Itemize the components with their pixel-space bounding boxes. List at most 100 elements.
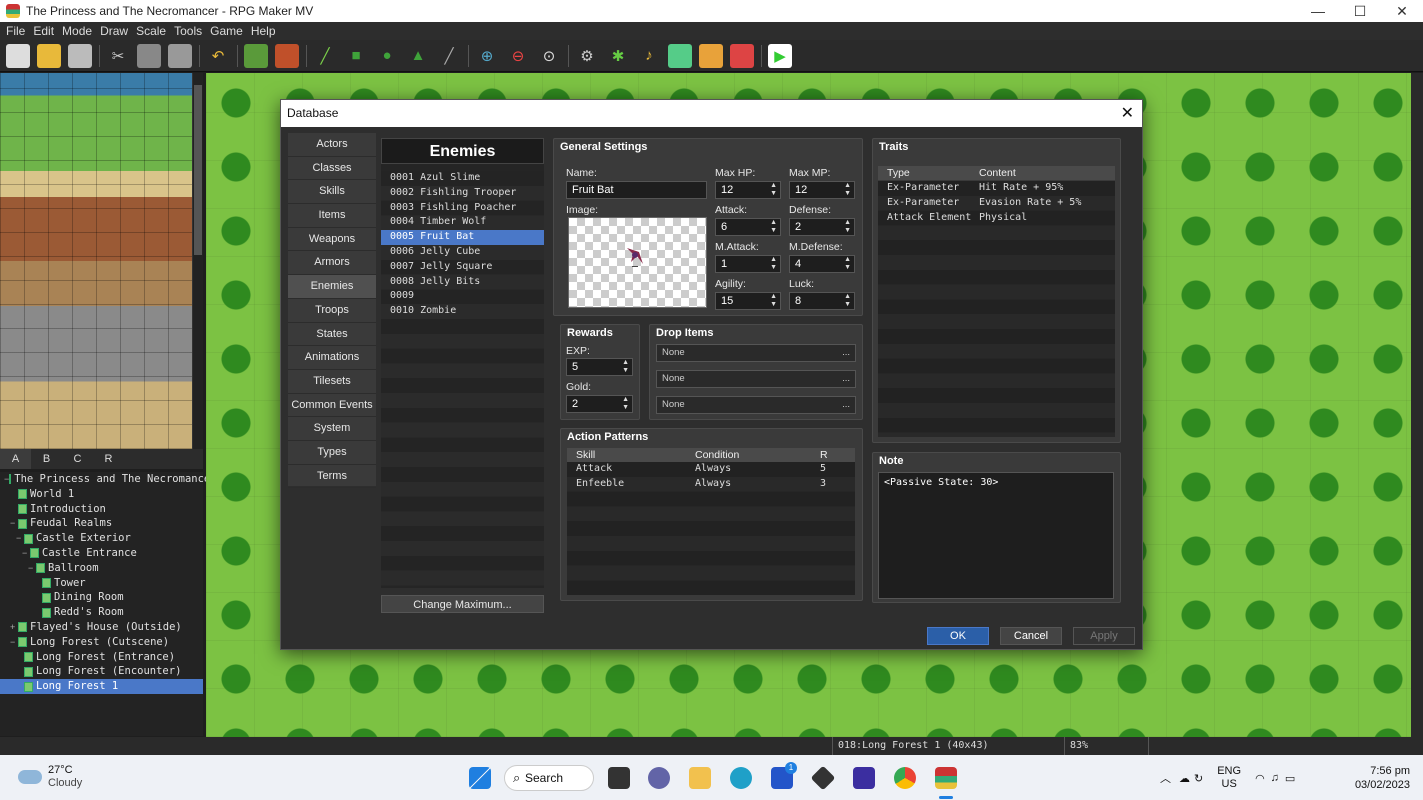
palette-scrollbar[interactable] [193, 73, 203, 449]
tab-b[interactable]: B [31, 449, 62, 469]
close-window-button[interactable]: ✕ [1381, 3, 1423, 20]
drop-item-1[interactable]: None... [656, 344, 856, 362]
map-tree-item[interactable]: − Castle Exterior [0, 531, 203, 546]
drop-item-3-browse[interactable]: ... [842, 397, 850, 413]
spin-arrows-icon[interactable]: ▲ ▼ [770, 219, 777, 235]
map-tree-item[interactable]: − Castle Entrance [0, 546, 203, 561]
enemy-list-item[interactable]: 0004 Timber Wolf [381, 215, 544, 230]
map-tree-item[interactable]: Dining Room [0, 590, 203, 605]
spin-arrows-icon[interactable]: ▲ ▼ [844, 256, 851, 272]
spin-arrows-icon[interactable]: ▲ ▼ [770, 256, 777, 272]
tile-palette[interactable] [0, 73, 203, 449]
database-gear-icon[interactable]: ⚙ [575, 44, 599, 68]
flood-fill-icon[interactable]: ▲ [406, 44, 430, 68]
map-tree-item[interactable]: Redd's Room [0, 605, 203, 620]
ok-button[interactable]: OK [927, 627, 989, 645]
drop-item-1-browse[interactable]: ... [842, 345, 850, 361]
zoom-in-icon[interactable]: ⊕ [475, 44, 499, 68]
minimize-button[interactable]: — [1297, 3, 1339, 19]
task-view-icon[interactable] [608, 767, 630, 789]
luck-field[interactable]: 8 ▲ ▼ [789, 292, 855, 310]
cut-icon[interactable]: ✂ [106, 44, 130, 68]
menu-game[interactable]: Game [208, 24, 249, 38]
enemy-list-item[interactable]: 0002 Fishling Trooper [381, 186, 544, 201]
playtest-icon[interactable]: ▶ [768, 43, 792, 68]
category-skills[interactable]: Skills [288, 180, 376, 205]
enemy-list-item[interactable]: 0008 Jelly Bits [381, 275, 544, 290]
zoom-out-icon[interactable]: ⊖ [506, 44, 530, 68]
map-tree-item[interactable]: Introduction [0, 502, 203, 517]
mattack-field[interactable]: 1 ▲ ▼ [715, 255, 781, 273]
map-tree-item[interactable]: − Feudal Realms [0, 516, 203, 531]
category-troops[interactable]: Troops [288, 299, 376, 323]
enemy-list-item[interactable]: 0003 Fishling Poacher [381, 201, 544, 216]
chrome-icon[interactable] [894, 767, 916, 789]
category-classes[interactable]: Classes [288, 157, 376, 181]
spin-arrows-icon[interactable]: ▲ ▼ [770, 293, 777, 309]
search-box[interactable]: ⌕ Search [504, 765, 594, 791]
defense-field[interactable]: 2 ▲ ▼ [789, 218, 855, 236]
map-tree-item[interactable]: Long Forest (Encounter) [0, 664, 203, 679]
rpg-maker-icon[interactable] [935, 767, 957, 789]
unity-icon[interactable] [810, 765, 836, 791]
drop-item-2-browse[interactable]: ... [842, 371, 850, 387]
note-textarea[interactable]: <Passive State: 30> [878, 472, 1114, 599]
new-project-icon[interactable] [6, 43, 30, 68]
map-tree-item[interactable]: Long Forest 1 [0, 679, 203, 694]
action-pattern-row[interactable]: Attack Always 5 [567, 462, 855, 477]
palette-scroll-thumb[interactable] [194, 85, 202, 255]
clock[interactable]: 7:56 pm 03/02/2023 [1340, 764, 1410, 792]
category-terms[interactable]: Terms [288, 465, 376, 489]
paste-icon[interactable] [168, 43, 192, 68]
save-project-icon[interactable] [68, 43, 92, 68]
tree-toggle-icon[interactable]: + [10, 620, 18, 635]
category-common-events[interactable]: Common Events [288, 394, 376, 418]
map-scrollbar[interactable] [1411, 73, 1423, 737]
weather-widget[interactable]: 27°C Cloudy [18, 764, 82, 790]
category-enemies[interactable]: Enemies [288, 275, 376, 299]
copy-icon[interactable] [137, 43, 161, 68]
max-hp-field[interactable]: 12 ▲ ▼ [715, 181, 781, 199]
menu-edit[interactable]: Edit [31, 24, 60, 38]
menu-tools[interactable]: Tools [172, 24, 208, 38]
spin-arrows-icon[interactable]: ▲ ▼ [622, 396, 629, 412]
trait-row[interactable]: Ex-Parameter Hit Rate + 95% [878, 181, 1115, 196]
spin-arrows-icon[interactable]: ▲ ▼ [622, 359, 629, 375]
spin-arrows-icon[interactable]: ▲ ▼ [844, 182, 851, 198]
rectangle-icon[interactable]: ■ [344, 44, 368, 68]
visual-studio-icon[interactable] [853, 767, 875, 789]
agility-field[interactable]: 15 ▲ ▼ [715, 292, 781, 310]
map-tree-item[interactable]: − Long Forest (Cutscene) [0, 635, 203, 650]
map-tree-item[interactable]: Tower [0, 576, 203, 591]
spin-arrows-icon[interactable]: ▲ ▼ [844, 219, 851, 235]
tileset-grid[interactable] [0, 73, 192, 449]
actual-size-icon[interactable]: ⊙ [537, 44, 561, 68]
max-mp-field[interactable]: 12 ▲ ▼ [789, 181, 855, 199]
volume-icon[interactable]: ♫ [1271, 772, 1279, 784]
category-weapons[interactable]: Weapons [288, 228, 376, 252]
category-actors[interactable]: Actors [288, 133, 376, 157]
enemy-list-item[interactable]: 0006 Jelly Cube [381, 245, 544, 260]
map-tree-item[interactable]: − Ballroom [0, 561, 203, 576]
category-armors[interactable]: Armors [288, 251, 376, 276]
enemy-list-item[interactable]: 0005 Fruit Bat [381, 230, 544, 245]
open-project-icon[interactable] [37, 43, 61, 68]
onedrive-cloud-icon[interactable]: ☁ [1179, 772, 1190, 785]
name-field[interactable]: Fruit Bat [566, 181, 707, 199]
pencil-icon[interactable]: ╱ [313, 44, 337, 68]
enemy-list-item[interactable]: 0007 Jelly Square [381, 260, 544, 275]
map-tree-item[interactable]: + Flayed's House (Outside) [0, 620, 203, 635]
exp-field[interactable]: 5 ▲ ▼ [566, 358, 633, 376]
file-explorer-icon[interactable] [689, 767, 711, 789]
menu-file[interactable]: File [4, 24, 31, 38]
category-animations[interactable]: Animations [288, 346, 376, 370]
ellipse-icon[interactable]: ● [375, 44, 399, 68]
maximize-button[interactable]: ☐ [1339, 3, 1381, 20]
category-types[interactable]: Types [288, 441, 376, 465]
trait-row[interactable]: Ex-Parameter Evasion Rate + 5% [878, 196, 1115, 211]
cancel-button[interactable]: Cancel [1000, 627, 1062, 645]
sound-test-icon[interactable]: ♪ [637, 44, 661, 68]
category-items[interactable]: Items [288, 204, 376, 228]
apply-button[interactable]: Apply [1073, 627, 1135, 645]
map-tree-item[interactable]: Long Forest (Entrance) [0, 650, 203, 665]
